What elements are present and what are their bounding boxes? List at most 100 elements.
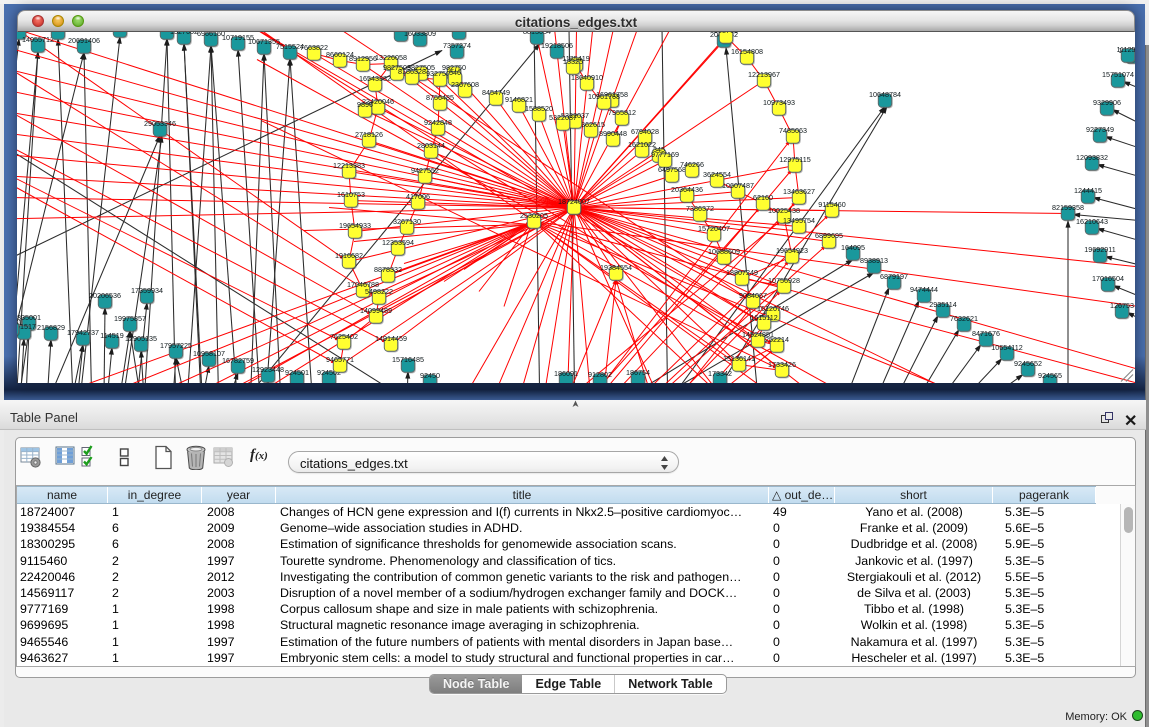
svg-text:6794028: 6794028 [631, 126, 659, 135]
svg-text:16033809: 16033809 [404, 32, 436, 38]
svg-text:5322037: 5322037 [549, 112, 577, 121]
svg-text:1615112: 1615112 [750, 312, 777, 321]
svg-text:17957225: 17957225 [160, 340, 192, 349]
svg-text:924501: 924501 [285, 367, 309, 376]
svg-text:9777169: 9777169 [651, 149, 679, 158]
svg-text:746266: 746266 [680, 159, 704, 168]
svg-text:252214: 252214 [765, 334, 789, 343]
svg-text:8912956: 8912956 [349, 53, 377, 62]
svg-text:14914459: 14914459 [375, 333, 407, 342]
svg-text:8756485: 8756485 [426, 92, 454, 101]
svg-text:8813054: 8813054 [523, 32, 551, 36]
svg-text:17942737: 17942737 [67, 327, 99, 336]
svg-text:12975115: 12975115 [779, 154, 810, 163]
svg-text:208768: 208768 [714, 32, 738, 35]
svg-text:13226058: 13226058 [375, 52, 407, 61]
svg-text:10958107: 10958107 [193, 348, 225, 357]
svg-text:9245652: 9245652 [1014, 358, 1042, 367]
svg-text:19218506: 19218506 [541, 40, 573, 49]
svg-text:6879197: 6879197 [880, 271, 908, 280]
svg-text:126753: 126753 [1110, 300, 1134, 309]
svg-text:29053346: 29053346 [144, 118, 176, 127]
svg-text:8186328: 8186328 [398, 66, 426, 75]
svg-text:16120746: 16120746 [757, 303, 789, 312]
svg-text:164095: 164095 [841, 242, 865, 251]
svg-text:173342: 173342 [708, 368, 732, 377]
svg-text:9227349: 9227349 [1086, 124, 1114, 133]
svg-text:3624554: 3624554 [703, 169, 731, 178]
svg-text:10648784: 10648784 [869, 89, 901, 98]
svg-text:8938913: 8938913 [860, 255, 888, 264]
svg-text:9465771: 9465771 [326, 354, 354, 363]
svg-text:9115460: 9115460 [818, 199, 845, 208]
svg-text:13325: 13325 [563, 56, 583, 65]
svg-text:10973493: 10973493 [763, 97, 795, 106]
svg-text:10654112: 10654112 [991, 342, 1022, 351]
svg-text:912802: 912802 [588, 369, 612, 378]
svg-text:7485063: 7485063 [779, 125, 807, 134]
svg-text:186091: 186091 [554, 368, 578, 377]
svg-text:3267130: 3267130 [393, 216, 421, 225]
svg-text:12923448: 12923448 [252, 364, 284, 373]
svg-text:1588520: 1588520 [525, 103, 553, 112]
svg-text:15136141: 15136141 [723, 353, 755, 362]
svg-text:10688609: 10688609 [708, 246, 740, 255]
svg-text:15716485: 15716485 [392, 354, 424, 363]
svg-text:9329906: 9329906 [1093, 97, 1121, 106]
svg-text:8878332: 8878332 [374, 264, 402, 273]
svg-text:1733426: 1733426 [768, 359, 796, 368]
svg-text:9242848: 9242848 [424, 117, 452, 126]
svg-text:114519: 114519 [100, 330, 123, 339]
svg-text:19654933: 19654933 [339, 220, 371, 229]
svg-text:10756928: 10756928 [768, 275, 800, 284]
svg-text:12213967: 12213967 [748, 69, 780, 78]
svg-text:8990448: 8990448 [599, 128, 627, 137]
svg-text:8471676: 8471676 [972, 328, 1000, 337]
svg-text:111254: 111254 [1117, 44, 1135, 53]
svg-text:10025438: 10025438 [768, 205, 800, 214]
svg-text:2935114: 2935114 [929, 299, 956, 308]
svg-text:14099489: 14099489 [360, 305, 392, 314]
svg-text:1621022: 1621022 [628, 139, 656, 148]
svg-text:9474444: 9474444 [910, 284, 938, 293]
svg-text:2718126: 2718126 [355, 129, 383, 138]
svg-text:2367608: 2367608 [451, 79, 479, 88]
svg-text:19692911: 19692911 [1084, 244, 1115, 253]
svg-text:13495754: 13495754 [783, 215, 815, 224]
svg-text:9896: 9896 [357, 99, 373, 108]
svg-text:924565: 924565 [1038, 370, 1062, 379]
svg-text:20364436: 20364436 [671, 184, 703, 193]
svg-text:13463627: 13463627 [783, 186, 815, 195]
svg-text:12905135: 12905135 [125, 333, 157, 342]
svg-text:12353594: 12353594 [382, 237, 414, 246]
svg-text:92450: 92450 [420, 370, 440, 379]
svg-text:12093832: 12093832 [1076, 152, 1108, 161]
svg-text:9084067: 9084067 [739, 290, 767, 299]
svg-text:16154808: 16154808 [731, 46, 763, 55]
svg-text:5498222: 5498222 [365, 286, 393, 295]
svg-text:10961768: 10961768 [588, 91, 620, 100]
svg-text:17359934: 17359934 [131, 285, 163, 294]
svg-text:7386372: 7386372 [686, 203, 714, 212]
svg-text:1244415: 1244415 [1074, 185, 1102, 194]
svg-text:82159358: 82159358 [1052, 202, 1084, 211]
svg-text:7625402: 7625402 [330, 331, 358, 340]
svg-text:16782759: 16782759 [222, 355, 254, 364]
svg-text:7955812: 7955812 [608, 107, 636, 116]
svg-text:19975857: 19975857 [114, 313, 146, 322]
svg-text:62160: 62160 [753, 192, 773, 201]
svg-text:6899695: 6899695 [815, 230, 843, 239]
svg-text:18807249: 18807249 [726, 267, 758, 276]
svg-text:1916682: 1916682 [335, 250, 363, 259]
svg-text:7357274: 7357274 [443, 40, 471, 49]
svg-text:20206536: 20206536 [89, 290, 121, 299]
svg-text:7632621: 7632621 [950, 313, 978, 322]
svg-text:6966160: 6966160 [197, 32, 225, 38]
svg-text:20691406: 20691406 [68, 35, 100, 44]
svg-text:1610753: 1610753 [337, 189, 365, 198]
svg-text:17016504: 17016504 [1092, 273, 1124, 282]
svg-text:10607487: 10607487 [722, 180, 754, 189]
svg-text:19384554: 19384554 [600, 262, 632, 271]
svg-text:2156829: 2156829 [37, 322, 65, 331]
svg-text:2530205: 2530205 [520, 210, 548, 219]
